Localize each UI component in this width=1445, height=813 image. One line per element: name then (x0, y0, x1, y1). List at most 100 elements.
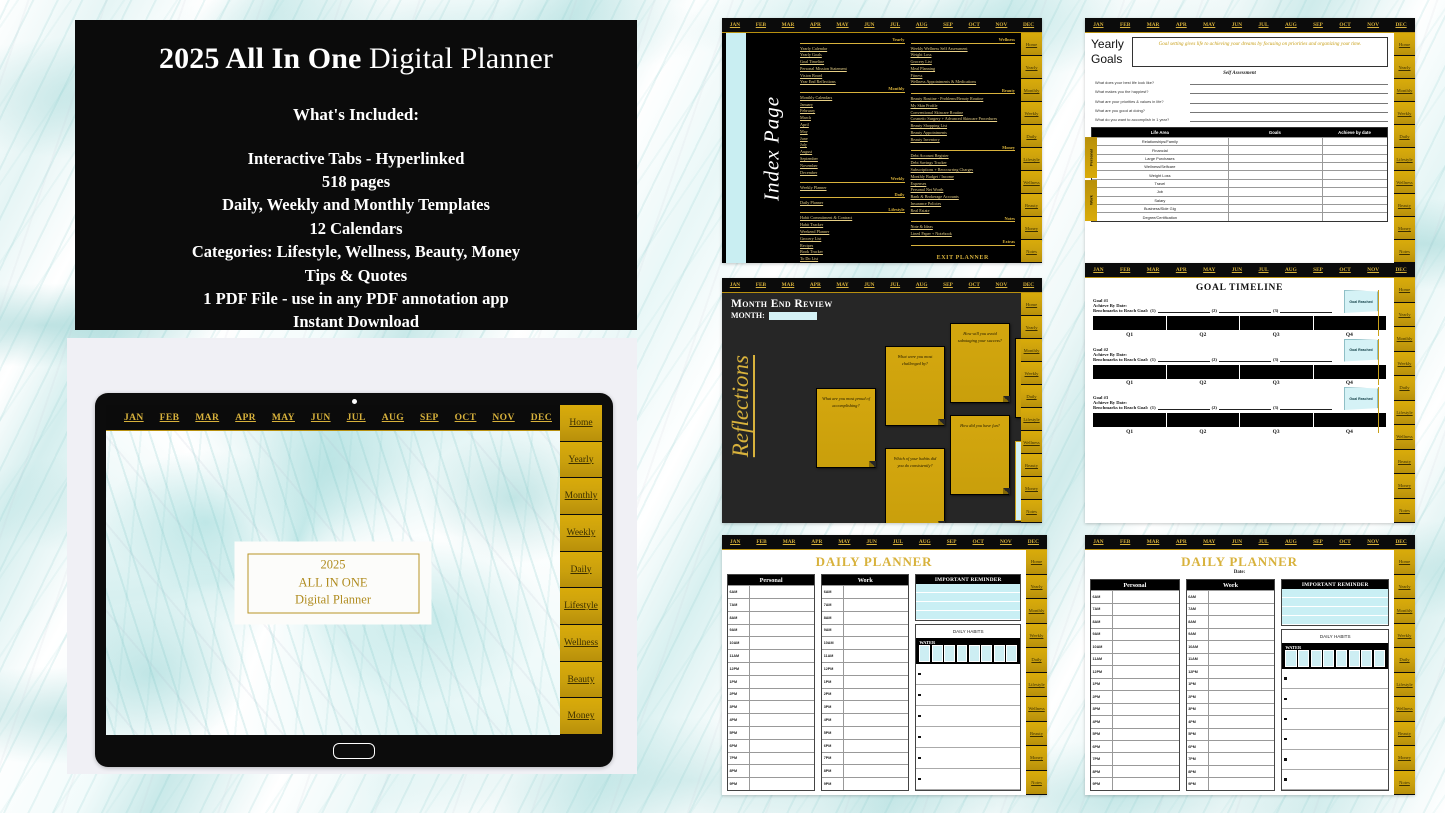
index-link[interactable]: Beauty Inventory (911, 137, 1016, 144)
water-glass-icon[interactable] (944, 645, 956, 663)
hour-entry-field[interactable] (1113, 753, 1179, 764)
water-glass-icon[interactable] (968, 645, 980, 663)
index-link[interactable]: Debt Account Register (911, 153, 1016, 160)
cell-goal[interactable] (1227, 188, 1322, 196)
water-glass-icon[interactable] (993, 645, 1005, 663)
quarter-segment[interactable] (1093, 316, 1167, 330)
month-link-dec[interactable]: DEC (1395, 539, 1406, 545)
index-link[interactable]: Yearly Calendar (800, 46, 905, 53)
month-link-jan[interactable]: JAN (730, 22, 740, 28)
month-link-apr[interactable]: APR (811, 539, 822, 545)
index-link[interactable]: Grocery List (800, 236, 905, 243)
sidebar-item-daily[interactable]: Daily (1394, 376, 1415, 401)
index-link[interactable]: August (800, 149, 905, 156)
benchmark-line[interactable] (1218, 308, 1271, 313)
hour-entry-field[interactable] (1209, 604, 1275, 615)
month-link-mar[interactable]: MAR (1147, 539, 1160, 545)
sidebar-item-yearly[interactable]: Yearly (1394, 56, 1415, 79)
quarter-segment[interactable] (1314, 365, 1387, 379)
cell-date[interactable] (1322, 196, 1387, 204)
sidebar-item-lifestyle[interactable]: Lifestyle (1021, 408, 1042, 431)
hour-entry-field[interactable] (750, 650, 814, 662)
sidebar-item-monthly[interactable]: Monthly (1394, 79, 1415, 102)
sidebar-item-monthly[interactable]: Monthly (1394, 599, 1415, 624)
hour-entry-field[interactable] (844, 740, 908, 752)
hour-entry-field[interactable] (750, 625, 814, 637)
quarter-segment[interactable] (1240, 364, 1314, 379)
sidebar-item-wellness[interactable]: Wellness (1394, 425, 1415, 450)
cell-date[interactable] (1322, 154, 1387, 163)
index-link[interactable]: December (800, 170, 905, 177)
index-link[interactable]: Grocery List (911, 59, 1016, 66)
sidebar-item-money[interactable]: Money (1021, 477, 1042, 500)
month-link-nov[interactable]: NOV (492, 413, 514, 423)
hour-entry-field[interactable] (750, 753, 814, 765)
index-link[interactable]: January (800, 102, 905, 109)
month-link-apr[interactable]: APR (1176, 539, 1187, 545)
month-link-mar[interactable]: MAR (1147, 267, 1160, 273)
sidebar-item-home[interactable]: Home (1394, 33, 1415, 56)
month-link-apr[interactable]: APR (810, 22, 821, 28)
quarter-segment[interactable] (1314, 413, 1387, 427)
hour-entry-field[interactable] (844, 676, 908, 688)
sidebar-item-home[interactable]: Home (1021, 293, 1042, 316)
reminder-line[interactable] (916, 602, 1020, 612)
month-link-mar[interactable]: MAR (782, 282, 795, 288)
month-link-aug[interactable]: AUG (916, 22, 928, 28)
index-link[interactable]: Goal Timeline (800, 59, 905, 66)
water-glass-icon[interactable] (1285, 650, 1297, 668)
month-nav[interactable]: JAN FEB MAR APR MAY JUN JUL AUG SEP OCT NOV DEC (1085, 535, 1415, 550)
sidebar-item-wellness[interactable]: Wellness (1026, 697, 1047, 722)
sidebar-item-wellness[interactable]: Wellness (1394, 171, 1415, 194)
sidebar-item-wellness[interactable]: Wellness (1394, 697, 1415, 722)
month-link-oct[interactable]: OCT (1339, 539, 1350, 545)
hour-entry-field[interactable] (750, 676, 814, 688)
month-nav[interactable]: JAN FEB MAR APR MAY JUN JUL AUG SEP OCT NOV DEC (1085, 18, 1415, 33)
cell-goal[interactable] (1227, 204, 1322, 213)
hour-entry-field[interactable] (1113, 679, 1179, 690)
benchmark-line[interactable] (1218, 405, 1271, 410)
index-link[interactable]: Meal Planning (911, 66, 1016, 73)
month-link-jul[interactable]: JUL (893, 539, 903, 545)
month-link-jul[interactable]: JUL (347, 413, 366, 423)
month-link-feb[interactable]: FEB (1120, 539, 1130, 545)
index-link[interactable]: Weekend Planner (800, 229, 905, 236)
habit-row[interactable] (1282, 689, 1388, 710)
sidebar-item-wellness[interactable]: Wellness (1021, 171, 1042, 194)
month-link-aug[interactable]: AUG (1285, 22, 1297, 28)
month-link-sep[interactable]: SEP (947, 539, 957, 545)
answer-line[interactable] (1190, 88, 1388, 95)
reminder-line[interactable] (916, 593, 1020, 603)
hour-entry-field[interactable] (1113, 604, 1179, 615)
hour-entry-field[interactable] (1113, 616, 1179, 627)
sidebar-item-home[interactable]: Home (1021, 33, 1042, 56)
index-link[interactable]: Personal Net Worth (911, 187, 1016, 194)
hour-entry-field[interactable] (750, 599, 814, 611)
month-link-oct[interactable]: OCT (972, 539, 983, 545)
quarter-segment[interactable] (1167, 364, 1240, 379)
hour-entry-field[interactable] (1113, 654, 1179, 665)
exit-planner-link[interactable]: EXIT PLANNER (911, 255, 1016, 261)
sidebar-item-notes[interactable]: Notes (1394, 240, 1415, 263)
index-link[interactable]: Beauty Routine - Problems/Beauty Routine (911, 96, 1016, 103)
quarter-segment[interactable] (1093, 364, 1167, 379)
benchmark-line[interactable] (1157, 308, 1210, 313)
water-glass-icon[interactable] (956, 645, 968, 663)
hour-entry-field[interactable] (750, 663, 814, 675)
month-link-mar[interactable]: MAR (195, 413, 219, 423)
hour-entry-field[interactable] (844, 586, 908, 598)
index-link[interactable]: June (800, 136, 905, 143)
month-link-nov[interactable]: NOV (996, 282, 1008, 288)
cell-goal[interactable] (1227, 154, 1322, 163)
index-link[interactable]: March (800, 115, 905, 122)
month-link-jun[interactable]: JUN (1232, 539, 1242, 545)
cell-goal[interactable] (1227, 137, 1322, 146)
month-link-jan[interactable]: JAN (1093, 539, 1103, 545)
sidebar-tabs[interactable]: Home Yearly Monthly Weekly Daily Lifestyle Wel… (1394, 278, 1415, 523)
index-link[interactable]: Weight Loss (911, 52, 1016, 59)
month-link-jun[interactable]: JUN (867, 539, 877, 545)
hour-entry-field[interactable] (1209, 666, 1275, 677)
cell-date[interactable] (1322, 146, 1387, 154)
month-link-nov[interactable]: NOV (1000, 539, 1012, 545)
cell-goal[interactable] (1227, 146, 1322, 154)
